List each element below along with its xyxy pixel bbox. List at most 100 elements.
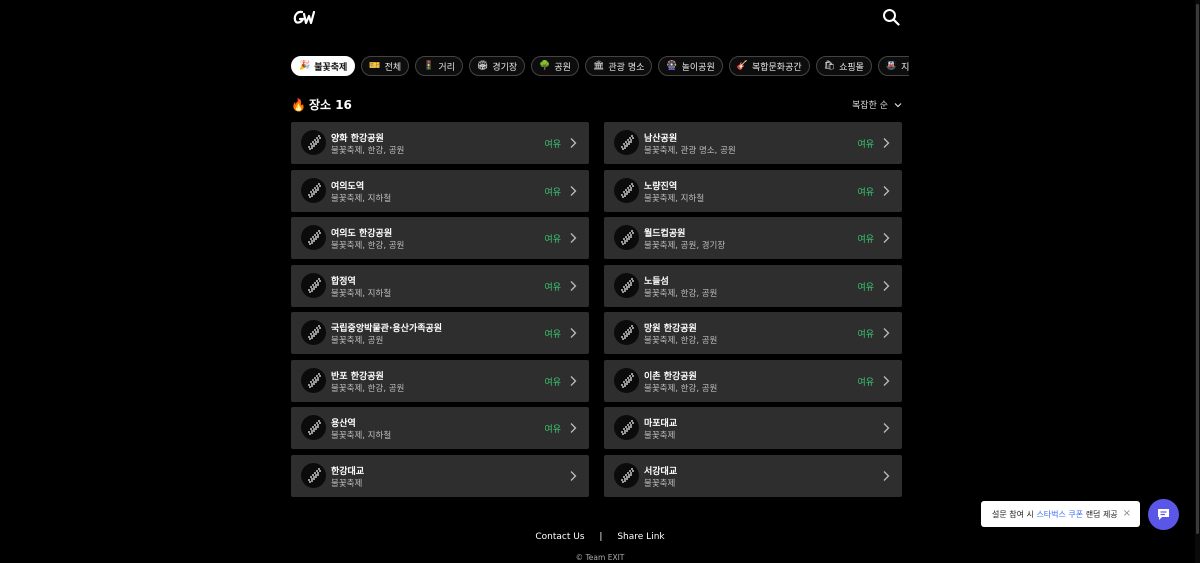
place-card[interactable]: 노들섬 불꽃축제, 한강, 공원 여유 [604, 264, 902, 307]
fireworks-glyph [308, 277, 321, 293]
place-name: 이촌 한강공원 [644, 371, 697, 382]
place-card[interactable]: 여의도 한강공원 불꽃축제, 한강, 공원 여유 [291, 217, 589, 259]
fireworks-glyph [308, 230, 321, 245]
category-chip[interactable]: 🚦 거리 [415, 56, 463, 76]
category-emoji-icon: 🎡 [666, 61, 678, 71]
place-name: 노량진역 [644, 181, 678, 192]
place-tags: 불꽃축제, 한강, 공원 [644, 336, 718, 346]
chevron-right-icon [570, 280, 577, 291]
place-tags: 불꽃축제, 한강, 공원 [644, 288, 718, 299]
crowd-status-badge: 여유 [544, 330, 561, 340]
place-card[interactable]: 한강대교 불꽃축제 [291, 454, 589, 497]
place-card[interactable]: 용산역 불꽃축제, 지하철 여유 [291, 407, 589, 449]
chevron-down-icon [894, 102, 902, 107]
toast-highlight: 스타벅스 쿠폰 [1036, 509, 1084, 519]
logo-icon[interactable] [293, 8, 315, 28]
category-chip[interactable]: 🌳 공원 [531, 56, 579, 76]
chevron-right-icon [570, 328, 577, 338]
place-name: 합정역 [331, 276, 356, 287]
fireworks-icon [301, 225, 326, 250]
category-label: 공원 [554, 62, 571, 73]
place-card[interactable]: 남산공원 불꽃축제, 관광 명소, 공원 여유 [604, 122, 902, 164]
place-card[interactable]: 서강대교 불꽃축제 [604, 454, 902, 497]
place-card[interactable]: 반포 한강공원 불꽃축제, 한강, 공원 여유 [291, 359, 589, 402]
fireworks-icon [301, 320, 326, 345]
place-name: 양화 한강공원 [331, 134, 384, 144]
place-tags: 불꽃축제 [331, 478, 363, 489]
category-emoji-icon: 🚦 [423, 61, 435, 71]
category-label: 지하철 [901, 62, 909, 73]
result-summary: 🔥 장소 16 복잡한 순 [291, 96, 902, 114]
close-icon[interactable]: × [1123, 508, 1131, 520]
category-emoji-icon: 🏛 [592, 61, 605, 71]
place-list: 양화 한강공원 불꽃축제, 한강, 공원 여유 남산공원 불꽃축제, 관광 명소, 공원… [291, 122, 902, 497]
place-name: 월드컵공원 [644, 229, 686, 239]
scrollbar[interactable] [1195, 0, 1200, 563]
crowd-status-badge: 여유 [857, 140, 874, 150]
chevron-right-icon [883, 423, 890, 433]
crowd-status-badge: 여유 [857, 235, 874, 245]
place-card[interactable]: 망원 한강공원 불꽃축제, 한강, 공원 여유 [604, 312, 902, 354]
category-chip[interactable]: 🛍 쇼핑몰 [815, 56, 872, 76]
place-card[interactable]: 월드컵공원 불꽃축제, 공원, 경기장 여유 [604, 217, 902, 259]
chevron-right-icon [570, 185, 577, 196]
sort-label: 복잡한 순 [852, 101, 888, 111]
chat-icon [1158, 509, 1169, 520]
crowd-status-badge: 여유 [857, 282, 874, 293]
place-name: 여의도역 [331, 181, 365, 192]
fireworks-glyph [621, 230, 634, 245]
category-label: 쇼핑몰 [839, 62, 864, 73]
category-filter-bar: 🎉 불꽃축제 🎫 전체 🚦 거리 🏟 경기장 🌳 공원 🏛 관광 명소 🎡 놀이공원 🎸 복합문화공간 🛍 쇼핑몰… [291, 56, 909, 78]
toast-prefix: 설문 참여 시 [992, 509, 1034, 519]
category-label: 거리 [438, 62, 455, 73]
category-chip[interactable]: 🚇지하철 [877, 56, 909, 76]
place-card[interactable]: 국립중앙박물관·용산가족공원 불꽃축제, 공원 여유 [291, 312, 589, 354]
fireworks-icon [301, 462, 326, 488]
category-label: 전체 [384, 62, 402, 73]
chevron-right-icon [570, 138, 577, 148]
fireworks-glyph [621, 325, 634, 340]
fireworks-icon [301, 272, 326, 298]
place-card[interactable]: 합정역 불꽃축제, 지하철 여유 [291, 264, 589, 307]
scrollbar-thumb[interactable] [1196, 4, 1199, 534]
place-tags: 불꽃축제, 한강, 공원 [644, 383, 718, 394]
place-card[interactable]: 마포대교 불꽃축제 [604, 407, 902, 449]
place-card[interactable]: 노량진역 불꽃축제, 지하철 여유 [604, 169, 902, 212]
category-chip[interactable]: 🎉 불꽃축제 [291, 56, 356, 76]
place-name: 마포대교 [644, 419, 678, 429]
fireworks-glyph [621, 182, 634, 198]
category-label: 복합문화공간 [751, 62, 802, 73]
category-label: 불꽃축제 [314, 62, 348, 73]
chevron-right-icon [883, 328, 890, 338]
footer-links: Contact Us | Share Link [0, 532, 1200, 543]
category-chip[interactable]: 🏟 경기장 [468, 56, 526, 76]
place-card[interactable]: 여의도역 불꽃축제, 지하철 여유 [291, 169, 589, 212]
category-chip[interactable]: 🏛 관광 명소 [584, 56, 653, 76]
category-chip[interactable]: 🎫 전체 [361, 56, 410, 76]
fireworks-icon [301, 130, 326, 155]
place-name: 노들섬 [644, 276, 669, 287]
category-emoji-icon: 🛍 [823, 61, 836, 71]
search-icon[interactable] [882, 8, 900, 26]
place-name: 반포 한강공원 [331, 371, 384, 382]
share-link[interactable]: Share Link [617, 532, 664, 542]
crowd-status-badge: 여유 [544, 425, 561, 435]
category-chip[interactable]: 🎸 복합문화공간 [728, 56, 810, 76]
place-tags: 불꽃축제, 지하철 [644, 193, 705, 204]
fireworks-icon [614, 177, 639, 203]
fireworks-glyph [308, 467, 321, 483]
contact-us-link[interactable]: Contact Us [535, 532, 584, 542]
fireworks-glyph [621, 372, 634, 388]
fireworks-icon [614, 462, 639, 488]
fireworks-glyph [308, 420, 321, 435]
toast-suffix: 랜덤 제공 [1085, 509, 1118, 519]
place-card[interactable]: 이촌 한강공원 불꽃축제, 한강, 공원 여유 [604, 359, 902, 402]
place-tags: 불꽃축제, 한강, 공원 [331, 146, 405, 156]
sort-dropdown[interactable]: 복잡한 순 [852, 98, 902, 111]
place-name: 여의도 한강공원 [331, 229, 393, 239]
place-card[interactable]: 양화 한강공원 불꽃축제, 한강, 공원 여유 [291, 122, 589, 164]
survey-toast[interactable]: 설문 참여 시 스타벅스 쿠폰 랜덤 제공 × [981, 501, 1140, 527]
chat-button[interactable] [1148, 499, 1179, 530]
category-chip[interactable]: 🎡 놀이공원 [658, 56, 723, 76]
fireworks-glyph [308, 372, 321, 388]
